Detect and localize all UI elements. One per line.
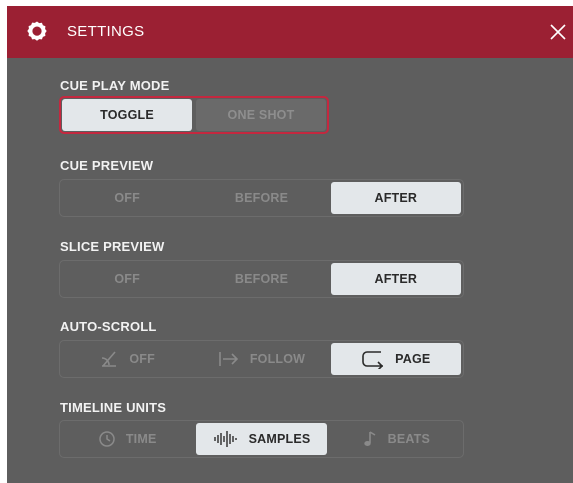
cue-play-mode-label: CUE PLAY MODE	[60, 78, 170, 93]
cue-play-mode-toggle[interactable]: TOGGLE	[62, 99, 192, 131]
auto-scroll-off[interactable]: OFF	[62, 343, 192, 375]
cue-play-mode-one-shot[interactable]: ONE SHOT	[196, 99, 326, 131]
auto-scroll-follow[interactable]: FOLLOW	[196, 343, 326, 375]
cue-preview-selector: OFF BEFORE AFTER	[59, 179, 464, 217]
page-wrap-icon	[362, 351, 384, 369]
timeline-units-label: TIMELINE UNITS	[60, 400, 167, 415]
timeline-units-selector: TIME SAMPLES BEATS	[59, 420, 464, 458]
cue-preview-after[interactable]: AFTER	[330, 182, 461, 214]
auto-scroll-off-label: OFF	[129, 352, 155, 366]
slice-preview-selector: OFF BEFORE AFTER	[59, 260, 464, 298]
timeline-units-beats[interactable]: BEATS	[331, 423, 461, 455]
auto-scroll-page[interactable]: PAGE	[330, 343, 461, 375]
clock-icon	[99, 431, 115, 447]
timeline-units-samples[interactable]: SAMPLES	[196, 423, 327, 455]
waveform-icon	[213, 431, 237, 447]
timeline-units-beats-label: BEATS	[387, 432, 431, 446]
dialog-header: SETTINGS	[7, 6, 573, 58]
timeline-units-samples-label: SAMPLES	[248, 432, 311, 446]
gear-icon	[27, 21, 47, 41]
slice-preview-label: SLICE PREVIEW	[60, 239, 165, 254]
auto-scroll-selector: OFF FOLLOW PAGE	[59, 340, 464, 378]
scroll-off-icon	[102, 351, 117, 367]
follow-arrow-icon	[219, 352, 238, 366]
cue-preview-label: CUE PREVIEW	[60, 158, 154, 173]
auto-scroll-follow-label: FOLLOW	[249, 352, 306, 366]
slice-preview-off[interactable]: OFF	[62, 263, 192, 295]
dialog-title: SETTINGS	[67, 23, 145, 40]
timeline-units-time-label: TIME	[125, 432, 157, 446]
timeline-units-time[interactable]: TIME	[62, 423, 192, 455]
auto-scroll-page-label: PAGE	[395, 352, 431, 366]
cue-preview-off[interactable]: OFF	[62, 182, 192, 214]
auto-scroll-label: AUTO-SCROLL	[60, 319, 157, 334]
cue-play-mode-selector: TOGGLE ONE SHOT	[59, 96, 329, 134]
close-icon[interactable]	[547, 21, 569, 43]
cue-preview-before[interactable]: BEFORE	[196, 182, 326, 214]
slice-preview-after[interactable]: AFTER	[330, 263, 461, 295]
settings-dialog: SETTINGS CUE PLAY MODE TOGGLE ONE SHOT C…	[7, 6, 573, 483]
slice-preview-before[interactable]: BEFORE	[196, 263, 326, 295]
note-icon	[363, 431, 376, 446]
